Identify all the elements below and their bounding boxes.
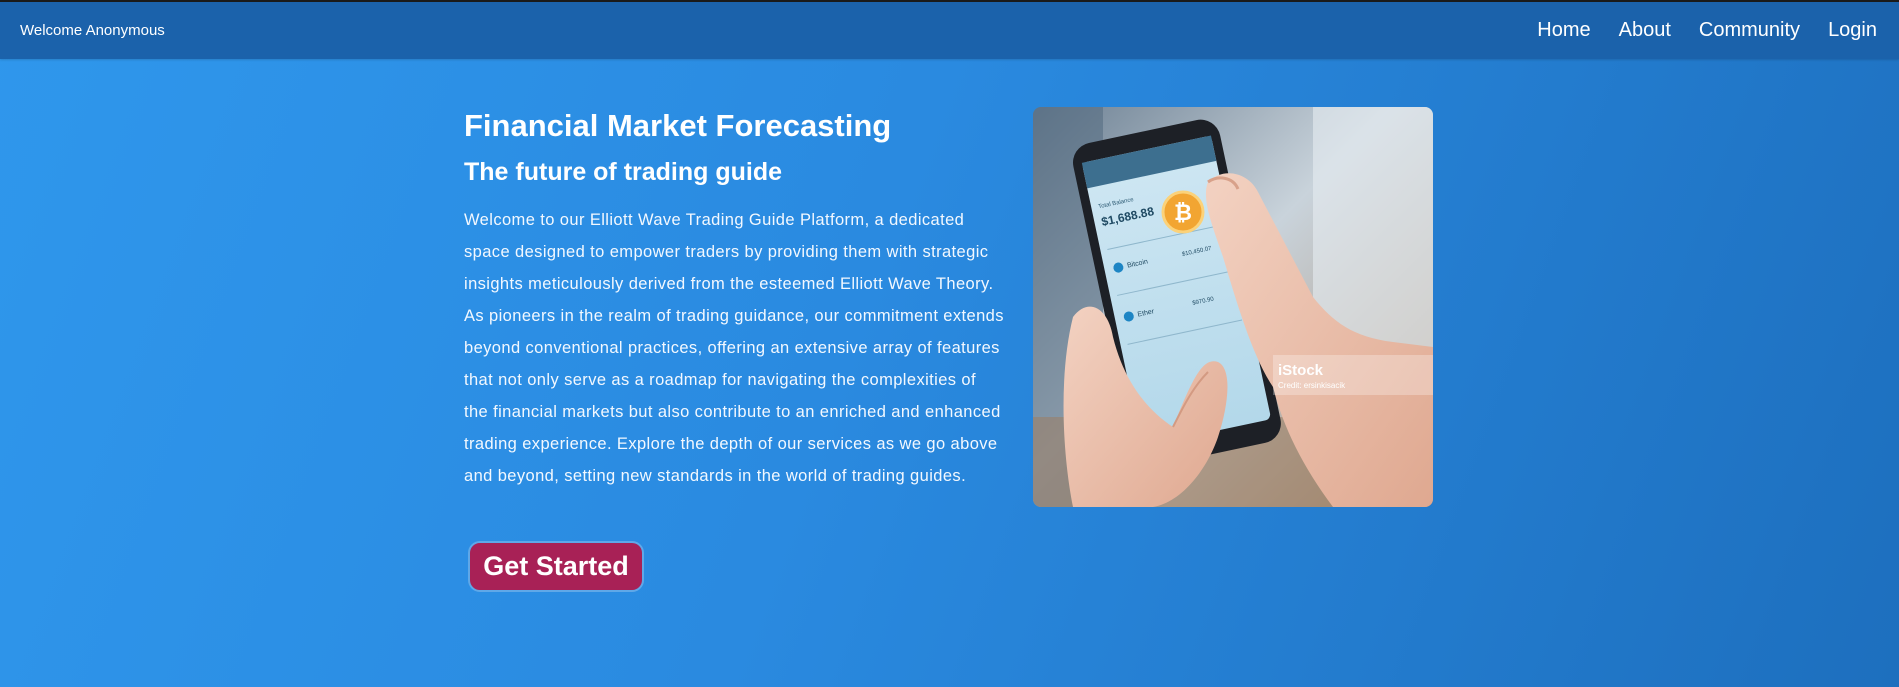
hero-image: Total Balance $1,688.88 Bitcoin $10,450.… [1033,107,1433,507]
page-title: Financial Market Forecasting [464,108,892,143]
svg-text:₿: ₿ [1174,200,1192,225]
nav-about-link[interactable]: About [1619,19,1671,42]
top-nav-bar: Welcome Anonymous Home About Community L… [0,0,1899,59]
get-started-button[interactable]: Get Started [468,541,644,592]
nav-community-link[interactable]: Community [1699,19,1800,42]
page-subtitle: The future of trading guide [464,158,783,186]
welcome-message: Welcome Anonymous [20,22,165,39]
image-credit: Credit: ersinkisacik [1278,381,1346,390]
hero-description: Welcome to our Elliott Wave Trading Guid… [464,211,1004,485]
nav-login-link[interactable]: Login [1828,19,1877,42]
nav-home-link[interactable]: Home [1537,19,1590,42]
hero-text: Financial Market Forecasting The future … [464,104,1004,492]
main-nav: Home About Community Login [1537,19,1877,42]
istock-watermark: iStock [1278,362,1324,379]
